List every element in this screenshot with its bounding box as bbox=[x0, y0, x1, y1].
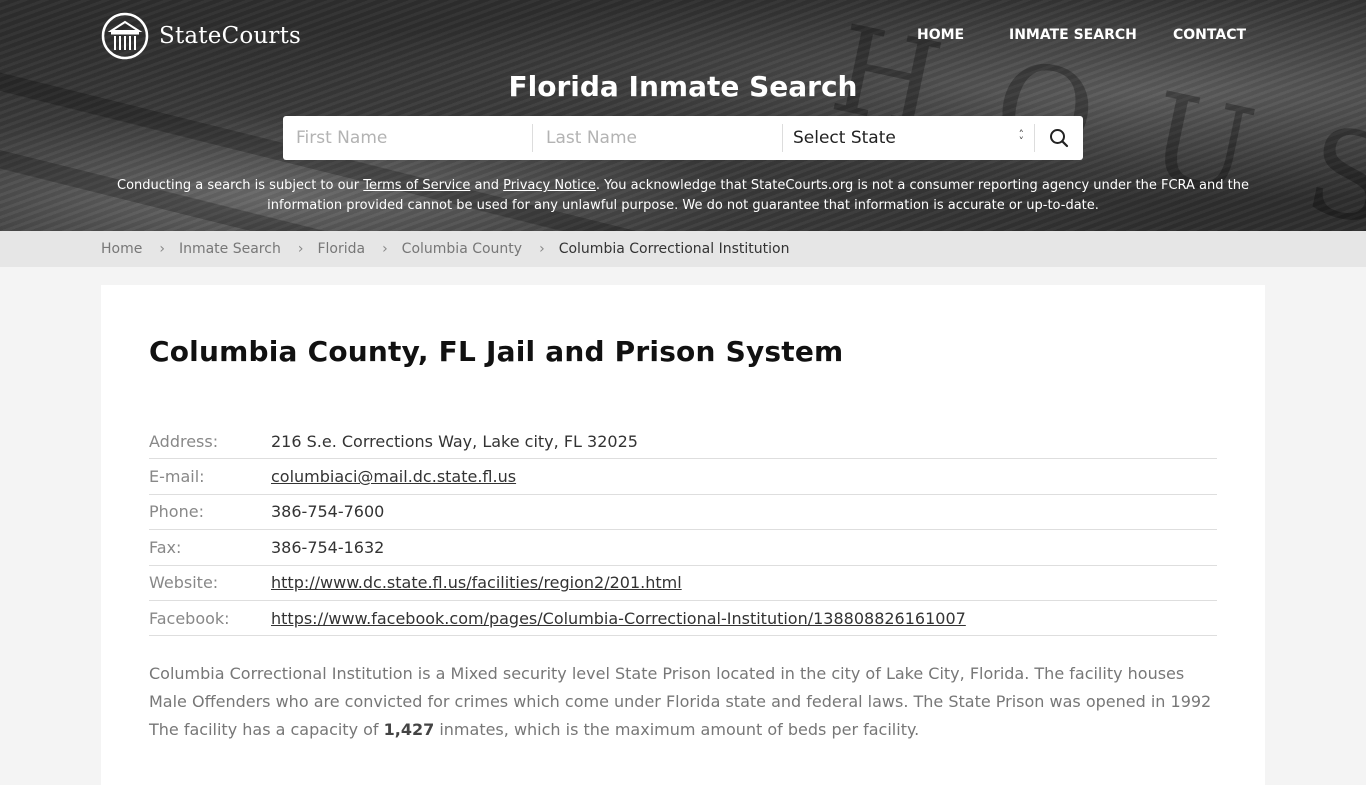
breadcrumb: Home › Inmate Search › Florida › Columbi… bbox=[0, 231, 1366, 267]
first-name-field-wrap bbox=[283, 124, 533, 152]
info-row-phone: Phone: 386-754-7600 bbox=[149, 495, 1217, 531]
hero-banner: HOUSE StateCourts HOME INMATE SEARCH CON… bbox=[0, 0, 1366, 231]
select-arrows-icon: ˄ ˅ bbox=[1018, 128, 1025, 148]
capacity-value: 1,427 bbox=[383, 720, 435, 740]
address-value: 216 S.e. Corrections Way, Lake city, FL … bbox=[271, 431, 638, 451]
disclaimer-text: and bbox=[470, 178, 504, 193]
chevron-right-icon: › bbox=[539, 241, 545, 257]
search-form: Select State ˄˅ bbox=[283, 116, 1083, 160]
search-disclaimer: Conducting a search is subject to our Te… bbox=[0, 176, 1366, 216]
info-row-email: E-mail: columbiaci@mail.dc.state.fl.us bbox=[149, 459, 1217, 495]
breadcrumb-home[interactable]: Home bbox=[101, 241, 142, 257]
info-label: Address: bbox=[149, 431, 219, 451]
info-row-address: Address: 216 S.e. Corrections Way, Lake … bbox=[149, 424, 1217, 460]
fax-value: 386-754-1632 bbox=[271, 537, 385, 557]
search-icon bbox=[1050, 129, 1069, 148]
last-name-field-wrap bbox=[533, 124, 783, 152]
nav-home[interactable]: HOME bbox=[917, 27, 964, 43]
privacy-notice-link[interactable]: Privacy Notice bbox=[503, 178, 596, 193]
state-select-value: Select State bbox=[793, 128, 896, 148]
page-title: Columbia County, FL Jail and Prison Syst… bbox=[149, 335, 844, 368]
phone-value: 386-754-7600 bbox=[271, 502, 385, 522]
disclaimer-text: Conducting a search is subject to our bbox=[117, 178, 364, 193]
state-select[interactable]: Select State ˄ ˅ bbox=[783, 124, 1035, 152]
description-text: inmates, which is the maximum amount of … bbox=[434, 720, 920, 740]
chevron-right-icon: › bbox=[159, 241, 165, 257]
facility-description: Columbia Correctional Institution is a M… bbox=[149, 660, 1217, 744]
info-label: E-mail: bbox=[149, 467, 205, 487]
breadcrumb-columbia-county[interactable]: Columbia County bbox=[402, 241, 522, 257]
search-button[interactable] bbox=[1035, 116, 1083, 160]
info-label: Facebook: bbox=[149, 608, 230, 628]
disclaimer-text: information provided cannot be used for … bbox=[267, 198, 1099, 213]
info-row-facebook: Facebook: https://www.facebook.com/pages… bbox=[149, 601, 1217, 637]
last-name-input[interactable] bbox=[546, 128, 782, 148]
breadcrumb-inmate-search[interactable]: Inmate Search bbox=[179, 241, 281, 257]
info-row-fax: Fax: 386-754-1632 bbox=[149, 530, 1217, 566]
info-row-website: Website: http://www.dc.state.fl.us/facil… bbox=[149, 566, 1217, 601]
email-link[interactable]: columbiaci@mail.dc.state.fl.us bbox=[271, 467, 516, 486]
info-label: Phone: bbox=[149, 502, 204, 522]
main-nav: HOME INMATE SEARCH CONTACT bbox=[0, 27, 1366, 47]
facility-card: Columbia County, FL Jail and Prison Syst… bbox=[101, 285, 1265, 785]
disclaimer-text: . You acknowledge that StateCourts.org i… bbox=[595, 178, 1249, 193]
chevron-right-icon: › bbox=[382, 241, 388, 257]
terms-of-service-link[interactable]: Terms of Service bbox=[363, 178, 470, 193]
breadcrumb-current: Columbia Correctional Institution bbox=[558, 241, 790, 257]
nav-contact[interactable]: CONTACT bbox=[1173, 27, 1246, 43]
page-hero-title: Florida Inmate Search bbox=[508, 70, 858, 103]
facility-info-table: Address: 216 S.e. Corrections Way, Lake … bbox=[149, 424, 1217, 637]
facebook-link[interactable]: https://www.facebook.com/pages/Columbia-… bbox=[271, 609, 966, 628]
info-label: Fax: bbox=[149, 537, 182, 557]
first-name-input[interactable] bbox=[296, 128, 532, 148]
chevron-right-icon: › bbox=[297, 241, 304, 257]
breadcrumb-florida[interactable]: Florida bbox=[317, 241, 365, 257]
website-link[interactable]: http://www.dc.state.fl.us/facilities/reg… bbox=[271, 573, 682, 592]
nav-inmate-search[interactable]: INMATE SEARCH bbox=[1009, 27, 1137, 43]
info-label: Website: bbox=[149, 573, 219, 593]
